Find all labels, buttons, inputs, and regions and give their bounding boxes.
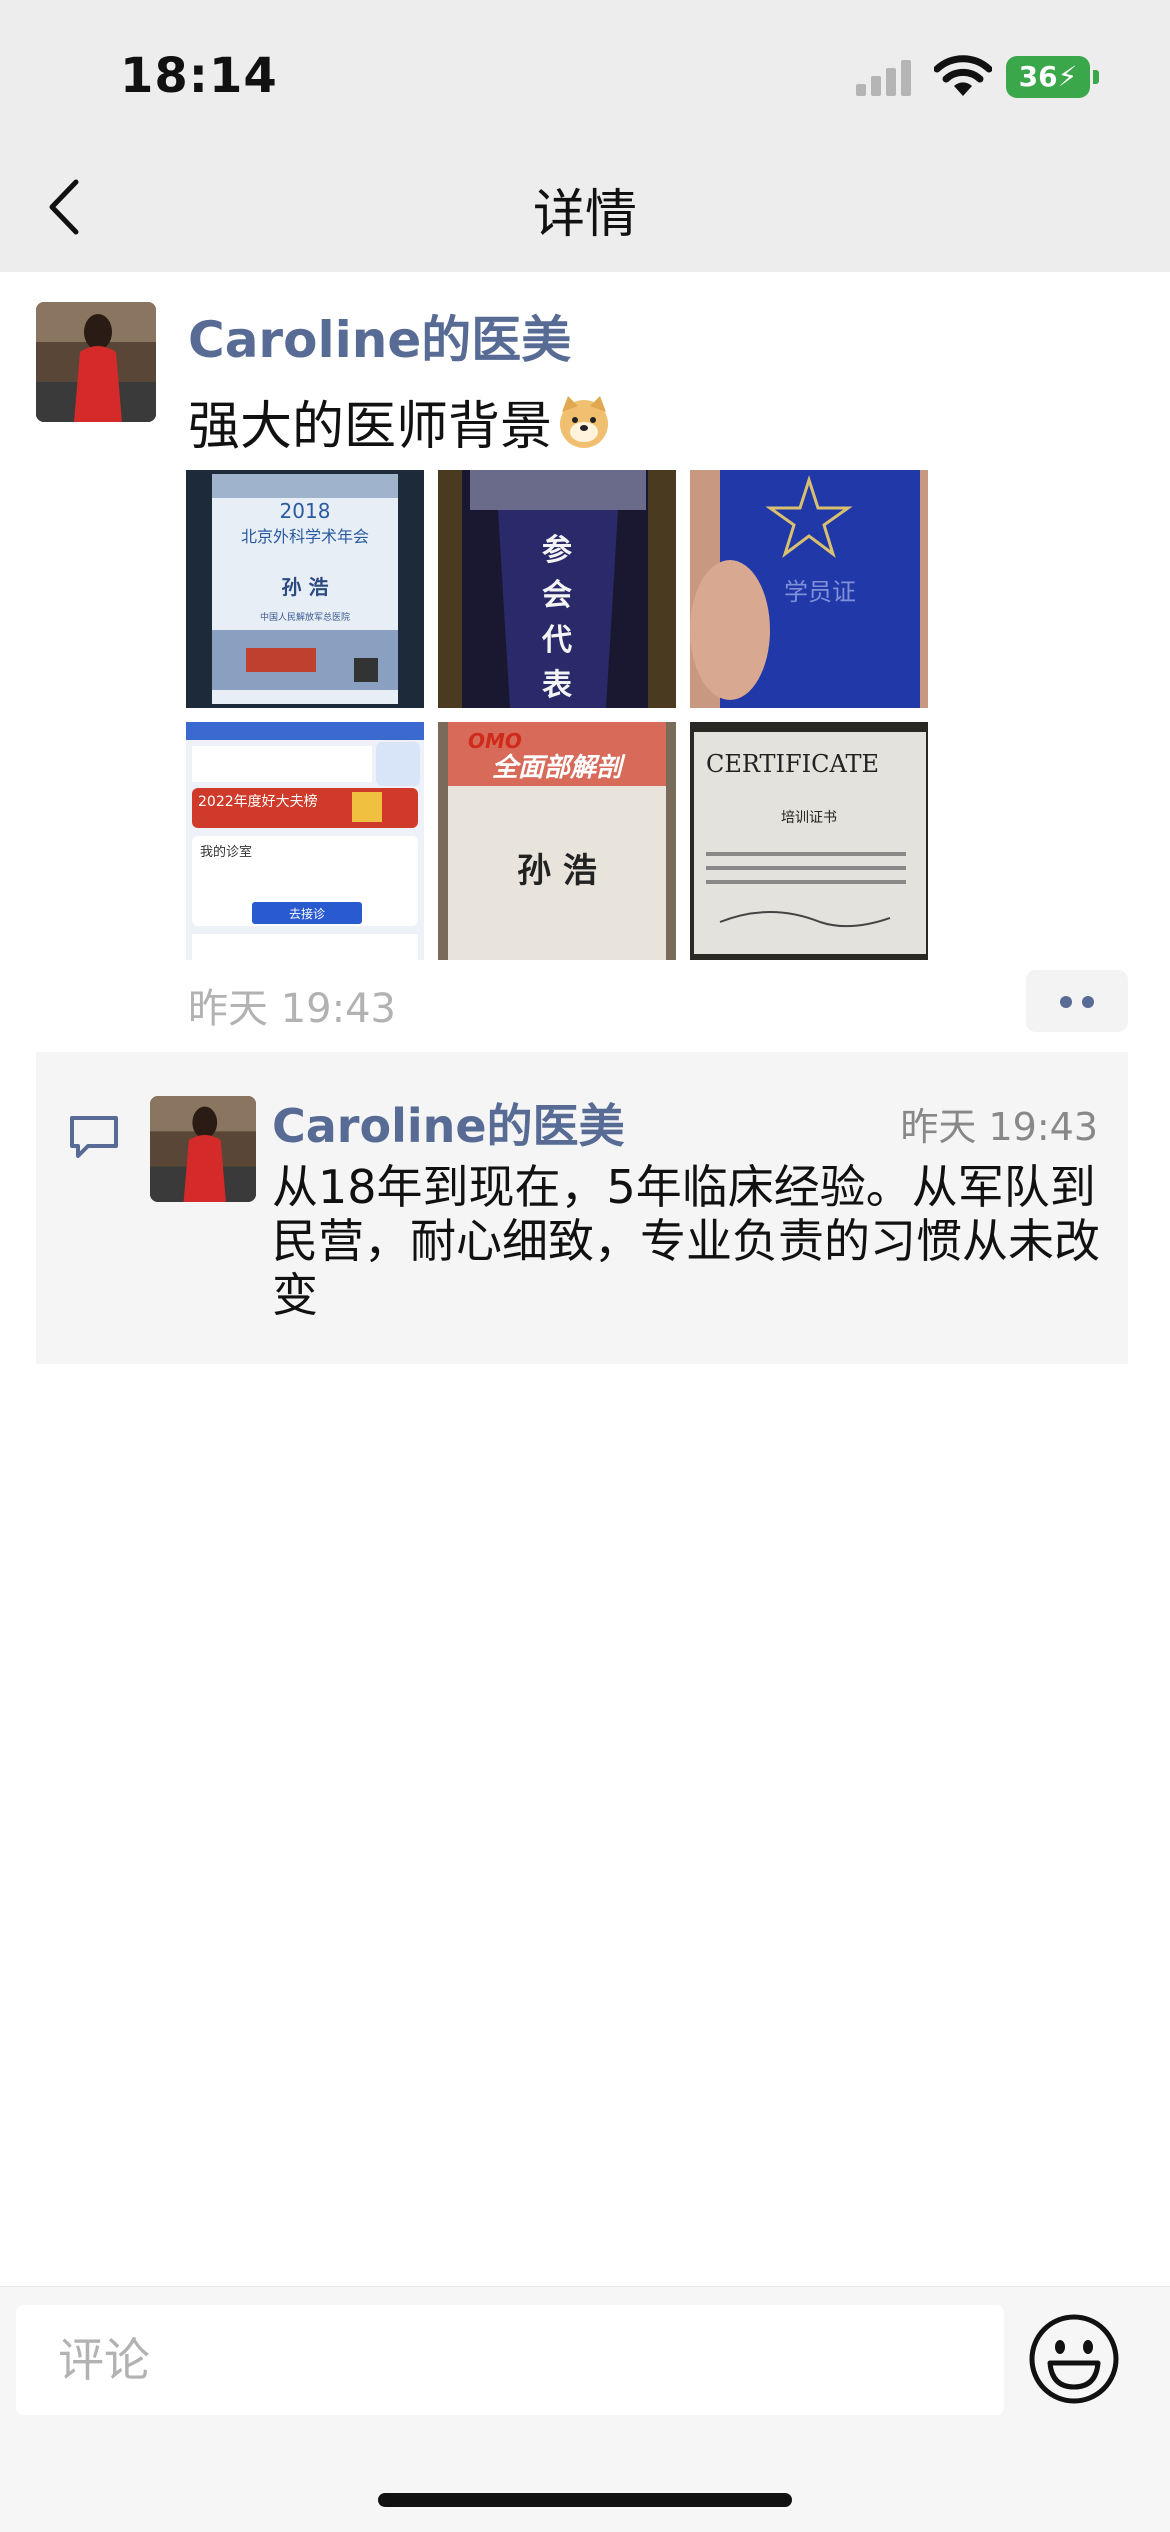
badge-char-3: 代 <box>541 623 572 658</box>
cellular-signal-icon <box>856 60 911 96</box>
photo-student-id[interactable]: 学员证 <box>690 470 928 708</box>
app-button-text: 去接诊 <box>289 906 325 921</box>
badge-char-2: 会 <box>542 578 572 613</box>
badge-char-1: 参 <box>542 533 572 568</box>
omo-logo: OMO <box>468 729 522 753</box>
emoji-face-icon[interactable] <box>1026 2311 1122 2407</box>
wifi-icon <box>934 55 992 96</box>
photo-app-screenshot[interactable]: 2022年度好大夫榜 我的诊室 去接诊 <box>186 722 424 960</box>
comment-text: 从18年到现在，5年临床经验。从军队到民营，耐心细致，专业负责的习惯从未改变 <box>272 1160 1100 1322</box>
cert-subtitle: 培训证书 <box>781 810 837 826</box>
badge-year: 2018 <box>280 499 331 523</box>
badge-name: 孙 浩 <box>282 575 329 599</box>
badge-event: 北京外科学术年会 <box>241 527 369 546</box>
photo-certificate[interactable]: CERTIFICATE 培训证书 <box>690 722 928 960</box>
dot-icon <box>1060 996 1072 1008</box>
more-actions-button[interactable] <box>1026 970 1128 1032</box>
post-text: 强大的医师背景 <box>188 384 614 459</box>
app-banner-text: 2022年度好大夫榜 <box>198 793 318 810</box>
badge-char-4: 表 <box>542 668 572 703</box>
photo-conference-badge[interactable]: 2018 北京外科学术年会 孙 浩 中国人民解放军总医院 <box>186 470 424 708</box>
battery-level: 36 <box>1018 60 1058 93</box>
doge-emoji-icon <box>560 395 609 448</box>
app-room-title: 我的诊室 <box>200 844 252 860</box>
omo-name: 孙 浩 <box>517 851 597 891</box>
comment-input[interactable] <box>16 2305 1004 2415</box>
omo-course: 全面部解剖 <box>492 753 626 783</box>
post-text-content: 强大的医师背景 <box>188 397 553 457</box>
comment-time: 昨天 19:43 <box>900 1105 1098 1149</box>
comment-section: Caroline的医美 昨天 19:43 从18年到现在，5年临床经验。从军队到… <box>36 1052 1128 1364</box>
status-time: 18:14 <box>120 48 278 104</box>
battery-tip <box>1093 70 1099 84</box>
page-title: 详情 <box>532 185 637 245</box>
dot-icon <box>1082 996 1094 1008</box>
photo-omo-badge[interactable]: OMO 全面部解剖 孙 浩 <box>438 722 676 960</box>
post-time: 昨天 19:43 <box>188 986 396 1032</box>
commenter-avatar[interactable] <box>150 1096 256 1202</box>
post-author-name[interactable]: Caroline的医美 <box>188 300 571 372</box>
badge-org: 中国人民解放军总医院 <box>260 611 350 623</box>
cert-title: CERTIFICATE <box>706 750 879 778</box>
comment-input-bar <box>0 2286 1170 2532</box>
comment-author-name[interactable]: Caroline的医美 <box>272 1090 625 1156</box>
comment-icon <box>70 1116 118 1158</box>
header-bar: 18:14 36⚡ 详情 <box>0 0 1170 272</box>
home-indicator <box>378 2493 792 2507</box>
author-avatar[interactable] <box>36 302 156 422</box>
battery-indicator: 36⚡ <box>1006 56 1090 98</box>
id-title: 学员证 <box>784 578 856 606</box>
photo-delegate-badge[interactable]: 参 会 代 表 <box>438 470 676 708</box>
